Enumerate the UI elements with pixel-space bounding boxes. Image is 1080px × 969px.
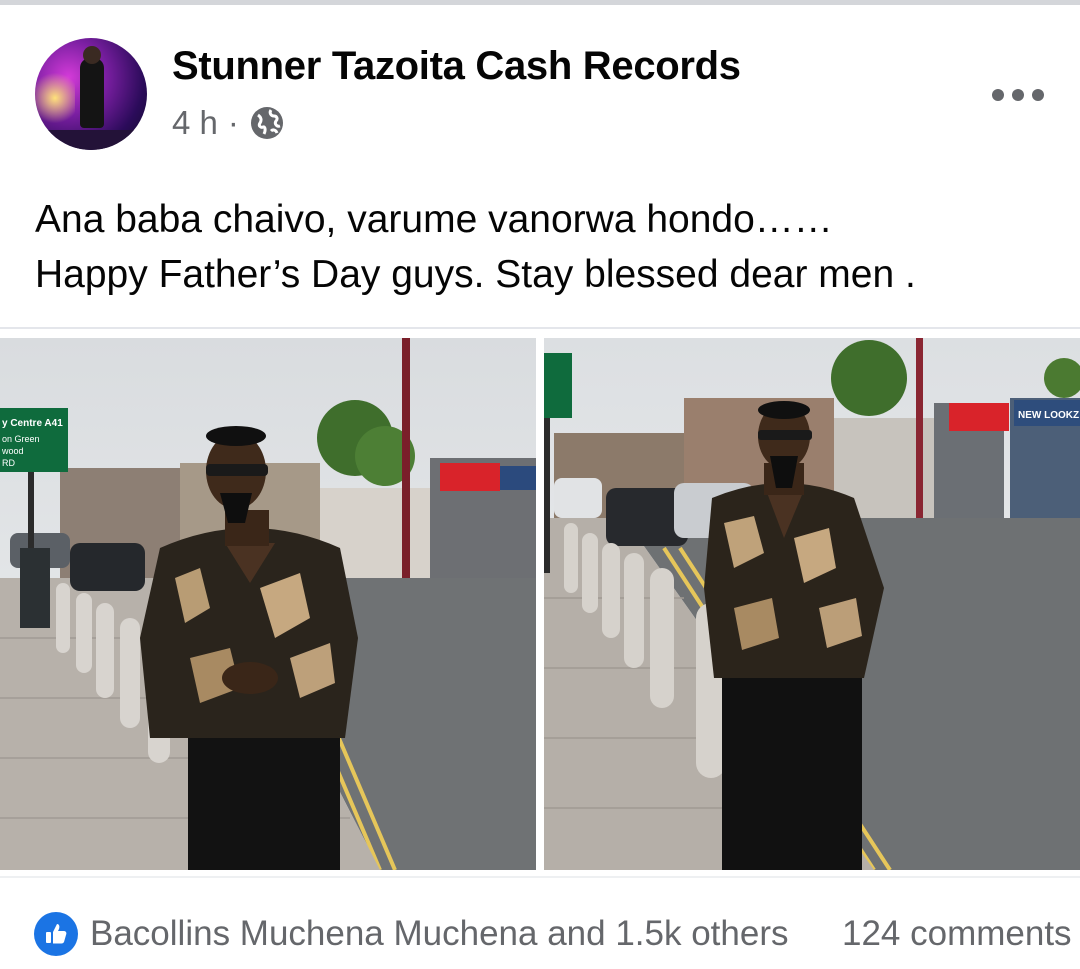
- dot-2: [1012, 89, 1024, 101]
- reactions-summary[interactable]: Bacollins Muchena Muchena and 1.5k other…: [34, 908, 788, 960]
- caption-line-1: Ana baba chaivo, varume vanorwa hondo……: [35, 198, 833, 241]
- shop-sign-text: NEW LOOKZ: [1018, 410, 1079, 421]
- photo-left[interactable]: y Centre A41 on Green wood RD: [0, 338, 536, 870]
- footer-divider: [0, 876, 1080, 878]
- post-caption: Ana baba chaivo, varume vanorwa hondo…… …: [35, 192, 1055, 302]
- post-time[interactable]: 4 h: [172, 104, 218, 142]
- reactions-text: Bacollins Muchena Muchena and 1.5k other…: [90, 914, 789, 953]
- top-border: [0, 0, 1080, 5]
- caption-divider: [0, 327, 1080, 329]
- caption-line-2: Happy Father’s Day guys. Stay blessed de…: [35, 253, 916, 296]
- avatar-stage-light: [35, 68, 75, 128]
- post-meta: 4 h ·: [172, 104, 285, 142]
- globe-icon: [249, 105, 285, 141]
- dot-3: [1032, 89, 1044, 101]
- like-icon: [34, 912, 78, 956]
- more-dots-icon[interactable]: [992, 84, 1044, 106]
- sign-text-4: RD: [2, 458, 15, 468]
- sign-text-1: y Centre A41: [2, 418, 63, 429]
- avatar-figure: [80, 58, 104, 128]
- sign-text-2: on Green: [2, 434, 40, 444]
- page-name[interactable]: Stunner Tazoita Cash Records: [172, 44, 741, 89]
- comments-count[interactable]: 124 comments: [842, 914, 1072, 954]
- sign-text-3: wood: [1, 446, 24, 456]
- dot-1: [992, 89, 1004, 101]
- photo-right[interactable]: NEW LOOKZ: [544, 338, 1080, 870]
- avatar-stage: [35, 130, 147, 150]
- page-avatar[interactable]: [35, 38, 147, 150]
- avatar-head: [83, 46, 101, 64]
- meta-separator: ·: [227, 104, 239, 141]
